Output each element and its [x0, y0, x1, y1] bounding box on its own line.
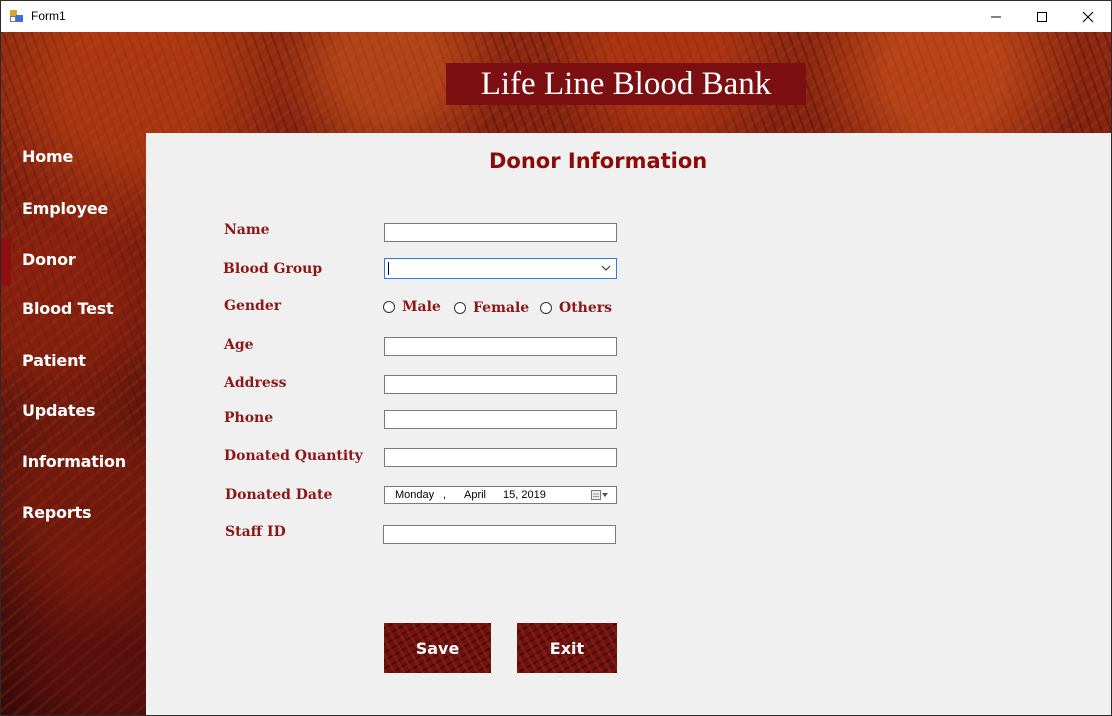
gender-others-radio[interactable]: Others	[540, 300, 612, 316]
name-field[interactable]	[384, 223, 617, 242]
calendar-dropdown-icon[interactable]	[591, 490, 609, 501]
staff-id-label: Staff ID	[225, 524, 286, 540]
date-separator: ,	[443, 489, 447, 501]
nav-item-patient[interactable]: Patient	[1, 337, 146, 387]
nav-item-employee[interactable]: Employee	[1, 185, 146, 235]
nav-item-label: Donor	[22, 250, 76, 269]
phone-label: Phone	[224, 410, 274, 426]
nav-item-label: Updates	[22, 401, 96, 420]
donated-quantity-field[interactable]	[384, 448, 617, 467]
nav-item-label: Information	[22, 452, 126, 471]
content-panel	[146, 133, 1111, 715]
close-button[interactable]	[1065, 1, 1111, 32]
gender-others-label: Others	[559, 300, 613, 316]
age-field[interactable]	[384, 337, 617, 356]
maximize-icon	[1037, 11, 1047, 22]
gender-female-label: Female	[473, 300, 530, 316]
donated-date-picker[interactable]: Monday , April 15, 2019	[384, 486, 617, 504]
app-title: Life Line Blood Bank	[480, 65, 772, 102]
nav-item-label: Home	[22, 147, 74, 166]
gender-male-label: Male	[402, 299, 441, 315]
radio-circle	[540, 302, 552, 314]
blood-group-select[interactable]	[384, 258, 617, 279]
maximize-button[interactable]	[1019, 1, 1065, 32]
app-window: Form1 Life Line Blood Bank Home Employee…	[0, 0, 1112, 716]
staff-id-field[interactable]	[383, 525, 616, 544]
text-caret	[388, 262, 389, 275]
exit-button[interactable]: Exit	[517, 623, 617, 673]
window-title: Form1	[31, 9, 66, 23]
nav-item-updates[interactable]: Updates	[1, 387, 146, 437]
donated-quantity-label: Donated Quantity	[224, 448, 363, 464]
nav-item-blood-test[interactable]: Blood Test	[1, 285, 146, 335]
save-button[interactable]: Save	[384, 623, 491, 673]
app-icon	[10, 10, 23, 22]
name-label: Name	[224, 222, 270, 238]
page-title: Donor Information	[489, 149, 708, 173]
blood-group-label: Blood Group	[223, 261, 323, 277]
nav-item-reports[interactable]: Reports	[1, 489, 146, 539]
nav-item-information[interactable]: Information	[1, 438, 146, 488]
close-icon	[1082, 11, 1094, 22]
address-label: Address	[224, 375, 287, 391]
nav-item-label: Blood Test	[22, 299, 114, 318]
phone-field[interactable]	[384, 410, 617, 429]
age-label: Age	[224, 337, 254, 353]
radio-circle	[383, 301, 395, 313]
address-field[interactable]	[384, 375, 617, 394]
nav-item-home[interactable]: Home	[1, 133, 146, 183]
date-month: April	[464, 489, 487, 501]
date-day-year: 15, 2019	[503, 489, 546, 501]
nav-item-label: Employee	[22, 199, 109, 218]
donated-date-label: Donated Date	[225, 487, 333, 503]
date-weekday: Monday	[395, 489, 435, 501]
minimize-button[interactable]	[973, 1, 1019, 32]
gender-male-radio[interactable]: Male	[383, 299, 441, 315]
exit-button-label: Exit	[549, 638, 585, 658]
nav-item-label: Patient	[22, 351, 86, 370]
nav-item-donor[interactable]: Donor	[1, 236, 146, 286]
minimize-icon	[991, 16, 1001, 17]
gender-female-radio[interactable]: Female	[454, 300, 529, 316]
app-banner: Life Line Blood Bank	[446, 63, 806, 105]
radio-circle	[454, 302, 466, 314]
gender-label: Gender	[224, 298, 282, 314]
nav-item-label: Reports	[22, 503, 92, 522]
title-bar: Form1	[1, 1, 1111, 32]
save-button-label: Save	[415, 638, 460, 658]
chevron-down-icon	[601, 265, 611, 271]
